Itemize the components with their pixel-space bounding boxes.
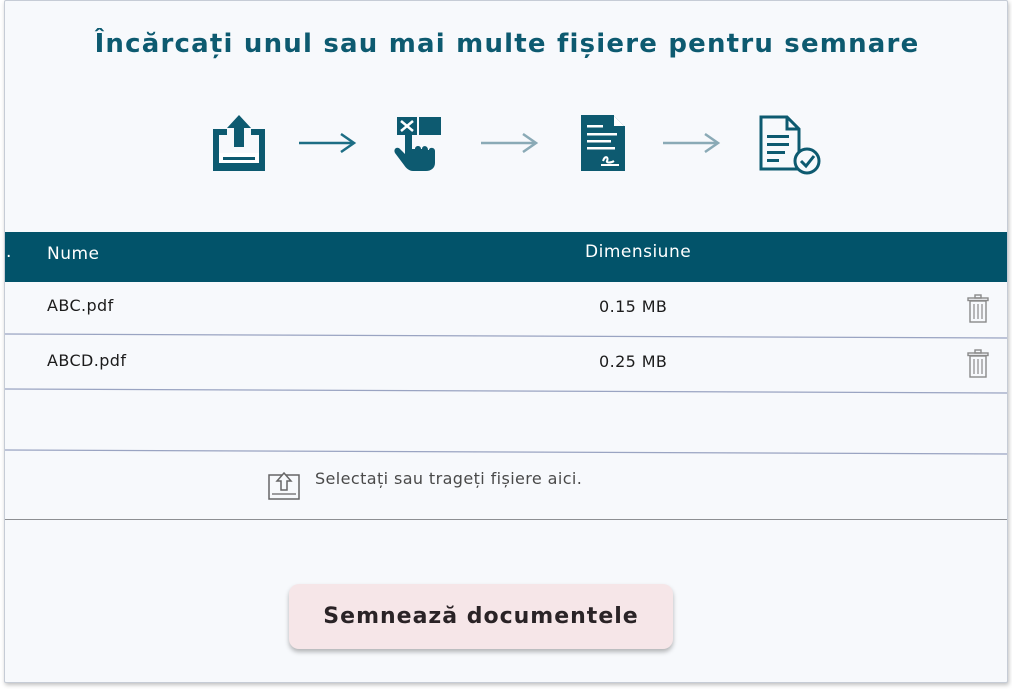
page-title: Încărcați unul sau mai multe fișiere pen… <box>94 29 920 59</box>
document-sign-icon <box>581 115 625 171</box>
column-header-size: Dimensiune <box>585 242 692 262</box>
process-steps <box>5 113 1007 175</box>
upload-small-icon <box>268 471 300 500</box>
column-header-name: Nume <box>47 244 100 264</box>
file-size: 0.25 MB <box>599 352 668 371</box>
trash-icon[interactable] <box>965 294 991 324</box>
file-dropzone[interactable]: Selectați sau trageți fișiere aici. <box>5 453 1007 520</box>
column-header-index: . <box>6 242 12 262</box>
select-touch-icon <box>394 117 441 171</box>
arrow-right-icon <box>481 133 539 153</box>
file-name: ABCD.pdf <box>47 351 127 370</box>
document-verified-icon <box>759 115 821 175</box>
arrow-right-icon <box>299 133 357 153</box>
upload-icon <box>213 115 265 171</box>
file-name: ABC.pdf <box>47 296 114 315</box>
table-row: ABC.pdf 0.15 MB <box>5 282 1007 336</box>
file-size: 0.15 MB <box>599 297 668 316</box>
dropzone-text: Selectați sau trageți fișiere aici. <box>315 469 583 488</box>
arrow-right-icon <box>663 133 721 153</box>
trash-icon[interactable] <box>965 349 991 379</box>
files-table-header: . Nume Dimensiune <box>5 232 1007 282</box>
sign-documents-button[interactable]: Semnează documentele <box>289 584 673 649</box>
upload-panel: Încărcați unul sau mai multe fișiere pen… <box>4 0 1008 683</box>
table-row: ABCD.pdf 0.25 MB <box>5 337 1007 391</box>
dropzone-divider <box>5 519 1007 520</box>
row-divider <box>5 388 1007 394</box>
